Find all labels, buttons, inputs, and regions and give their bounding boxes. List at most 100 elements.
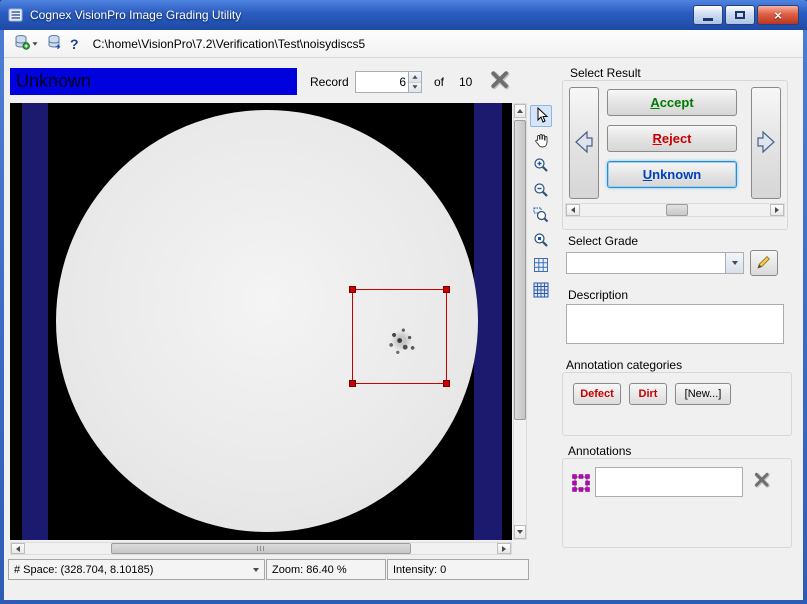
delete-annotation-button[interactable]	[749, 469, 775, 493]
accept-button[interactable]: Accept	[607, 89, 737, 116]
next-record-button[interactable]	[751, 87, 781, 199]
minimize-button[interactable]	[693, 5, 723, 25]
pixel-grid-icon	[533, 282, 549, 301]
close-button[interactable]: ×	[757, 5, 799, 25]
arrow-up-icon	[517, 109, 523, 113]
pan-tool-button[interactable]	[530, 130, 552, 152]
help-button[interactable]: ?	[68, 34, 81, 54]
spin-up-button[interactable]	[409, 72, 421, 83]
combo-dropdown-icon	[732, 261, 738, 265]
space-selector[interactable]: # Space: (328.704, 8.10185)	[8, 559, 265, 580]
select-grade-label: Select Grade	[568, 234, 638, 248]
select-result-label: Select Result	[570, 66, 641, 80]
arrow-right-icon	[502, 546, 506, 552]
pencil-icon	[756, 254, 772, 273]
pointer-icon	[533, 107, 549, 126]
hand-icon	[533, 132, 549, 151]
help-icon: ?	[70, 36, 79, 52]
zoom-fit-tool-button[interactable]	[530, 230, 552, 252]
record-slider[interactable]	[565, 203, 785, 217]
roi-handle[interactable]	[443, 286, 450, 293]
arrow-left-icon	[16, 546, 20, 552]
scroll-down-button[interactable]	[514, 525, 526, 539]
window-body: ? C:\home\VisionPro\7.2\Verification\Tes…	[4, 30, 803, 600]
scroll-left-button[interactable]	[11, 543, 25, 554]
maximize-icon	[735, 11, 745, 19]
database-icon	[14, 34, 30, 53]
zoom-in-tool-button[interactable]	[530, 155, 552, 177]
record-slider-thumb[interactable]	[666, 204, 688, 216]
annotation-categories-label: Annotation categories	[566, 358, 682, 372]
dirt-category-button[interactable]: Dirt	[629, 383, 667, 405]
image-toolbar	[530, 105, 554, 302]
grid-icon	[533, 257, 549, 276]
close-record-button[interactable]	[485, 67, 515, 96]
annotation-text-input[interactable]	[595, 467, 743, 497]
file-path: C:\home\VisionPro\7.2\Verification\Test\…	[93, 37, 366, 51]
vertical-scrollbar[interactable]	[513, 103, 527, 540]
select-result-group: Accept Reject Unknown	[562, 80, 788, 230]
app-window: Cognex VisionPro Image Grading Utility ×…	[0, 0, 807, 604]
zoom-status: Zoom: 86.40 %	[266, 559, 386, 580]
roi-handle[interactable]	[349, 286, 356, 293]
result-banner: Unknown	[10, 68, 297, 95]
slider-left-button[interactable]	[566, 204, 580, 216]
unknown-button[interactable]: Unknown	[607, 161, 737, 188]
previous-record-button[interactable]	[569, 87, 599, 199]
zoom-window-tool-button[interactable]	[530, 205, 552, 227]
image-canvas[interactable]	[10, 103, 512, 540]
thumb-grip-icon	[257, 546, 266, 551]
defect-category-button[interactable]: Defect	[573, 383, 621, 405]
grade-combo-arrow-button[interactable]	[725, 253, 743, 273]
scroll-right-button[interactable]	[497, 543, 511, 554]
maximize-button[interactable]	[725, 5, 755, 25]
horizontal-scroll-thumb[interactable]	[111, 543, 411, 554]
horizontal-scrollbar[interactable]	[10, 542, 512, 555]
annotation-categories-group: Defect Dirt [New...]	[562, 372, 792, 436]
zoom-status-text: Zoom: 86.40 %	[272, 564, 347, 576]
pointer-tool-button[interactable]	[530, 105, 552, 127]
new-category-button[interactable]: [New...]	[675, 383, 731, 405]
open-results-button[interactable]	[12, 32, 40, 55]
zoom-out-icon	[533, 182, 549, 201]
roi-handle[interactable]	[349, 380, 356, 387]
window-title: Cognex VisionPro Image Grading Utility	[30, 8, 241, 22]
slider-right-button[interactable]	[770, 204, 784, 216]
roi-handle[interactable]	[443, 380, 450, 387]
space-status-text: # Space: (328.704, 8.10185)	[14, 564, 153, 576]
roi-annotation-icon	[571, 473, 591, 493]
scroll-up-button[interactable]	[514, 104, 526, 118]
arrow-down-icon	[517, 530, 523, 534]
big-left-arrow-icon	[573, 127, 595, 160]
database-export-icon	[46, 34, 62, 53]
spin-up-icon	[412, 75, 417, 78]
delete-annotation-icon	[752, 470, 772, 493]
arrow-left-icon	[571, 207, 575, 213]
record-input[interactable]	[356, 72, 408, 92]
description-input[interactable]	[566, 304, 784, 344]
edit-grades-button[interactable]	[750, 250, 778, 276]
reject-button[interactable]: Reject	[607, 125, 737, 152]
pixel-grid-tool-button[interactable]	[530, 280, 552, 302]
spin-down-button[interactable]	[409, 83, 421, 93]
vertical-scroll-thumb[interactable]	[514, 120, 526, 420]
title-bar[interactable]: Cognex VisionPro Image Grading Utility ×	[0, 0, 807, 30]
minimize-icon	[703, 18, 713, 21]
image-right-strip	[474, 103, 502, 540]
grade-combobox[interactable]	[566, 252, 744, 274]
caption-buttons: ×	[691, 5, 799, 25]
zoom-in-icon	[533, 157, 549, 176]
close-record-icon	[488, 68, 512, 95]
image-left-strip	[22, 103, 48, 540]
save-results-button[interactable]	[44, 32, 64, 55]
roi-rectangle[interactable]	[352, 289, 447, 384]
zoom-out-tool-button[interactable]	[530, 180, 552, 202]
zoom-window-icon	[533, 207, 549, 226]
spinner-buttons	[408, 72, 421, 92]
grid-tool-button[interactable]	[530, 255, 552, 277]
client-area: Unknown Record of 10	[4, 58, 803, 600]
of-label: of	[434, 75, 444, 89]
arrow-right-icon	[775, 207, 779, 213]
big-right-arrow-icon	[755, 127, 777, 160]
description-label: Description	[568, 288, 628, 302]
